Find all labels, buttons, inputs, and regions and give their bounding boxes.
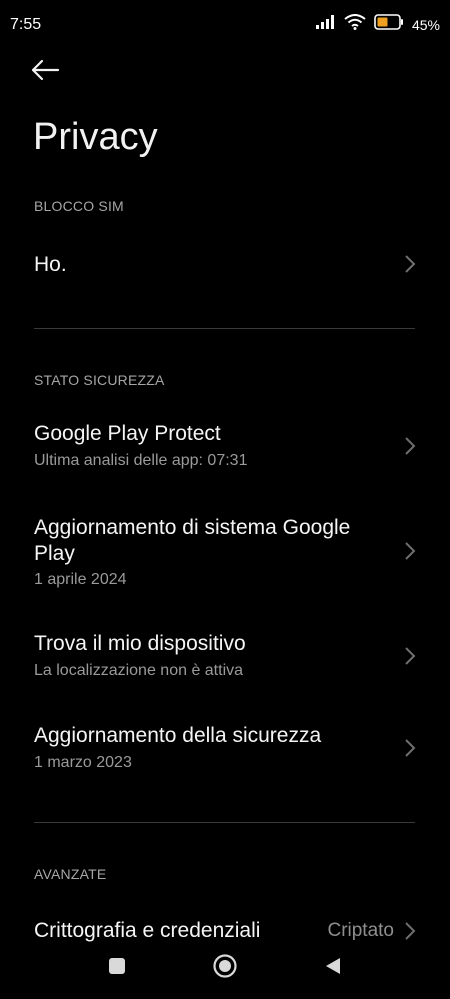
row-title: Ho. [34,253,67,276]
back-nav-button[interactable] [318,953,348,983]
section-header-sim-lock: BLOCCO SIM [34,198,124,214]
row-sim-lock[interactable]: Ho. [0,240,450,288]
wifi-icon [344,14,366,35]
row-title-line-1: Aggiornamento di sistema Google [34,516,351,539]
row-subtitle: Ultima analisi delle app: 07:31 [34,452,248,469]
recents-square-icon [108,957,126,980]
home-button[interactable] [210,953,240,983]
back-button[interactable] [30,56,70,88]
row-title-line-2: Play [34,542,75,565]
chevron-right-icon [404,254,416,274]
row-subtitle: 1 aprile 2024 [34,571,127,588]
section-header-security-status: STATO SICUREZZA [34,372,165,388]
battery-percent: 45% [411,16,440,33]
row-title: Trova il mio dispositivo [34,632,246,655]
chevron-right-icon [404,738,416,758]
divider [34,822,415,823]
home-circle-icon [212,953,238,984]
battery-icon [374,14,404,35]
arrow-left-icon [30,59,60,86]
status-bar: 7:55 45% [0,0,450,50]
row-subtitle: 1 marzo 2023 [34,754,132,771]
page-title: Privacy [33,116,158,158]
row-google-play-system-update[interactable]: Aggiornamento di sistema Google Play 1 a… [0,508,450,594]
chevron-right-icon [404,646,416,666]
back-triangle-icon [323,956,343,981]
row-find-my-device[interactable]: Trova il mio dispositivo La localizzazio… [0,624,450,688]
section-header-advanced: AVANZATE [34,866,107,882]
status-time: 7:55 [10,16,42,33]
status-icons: 45% [315,14,440,35]
signal-icon [315,15,336,34]
recents-button[interactable] [102,953,132,983]
chevron-right-icon [404,436,416,456]
row-security-update[interactable]: Aggiornamento della sicurezza 1 marzo 20… [0,716,450,780]
divider [34,328,415,329]
row-title: Google Play Protect [34,422,221,445]
chevron-right-icon [404,541,416,561]
chevron-right-icon [404,921,416,941]
row-google-play-protect[interactable]: Google Play Protect Ultima analisi delle… [0,414,450,478]
row-title: Aggiornamento della sicurezza [34,724,322,747]
navigation-bar [0,939,450,999]
row-subtitle: La localizzazione non è attiva [34,662,244,679]
